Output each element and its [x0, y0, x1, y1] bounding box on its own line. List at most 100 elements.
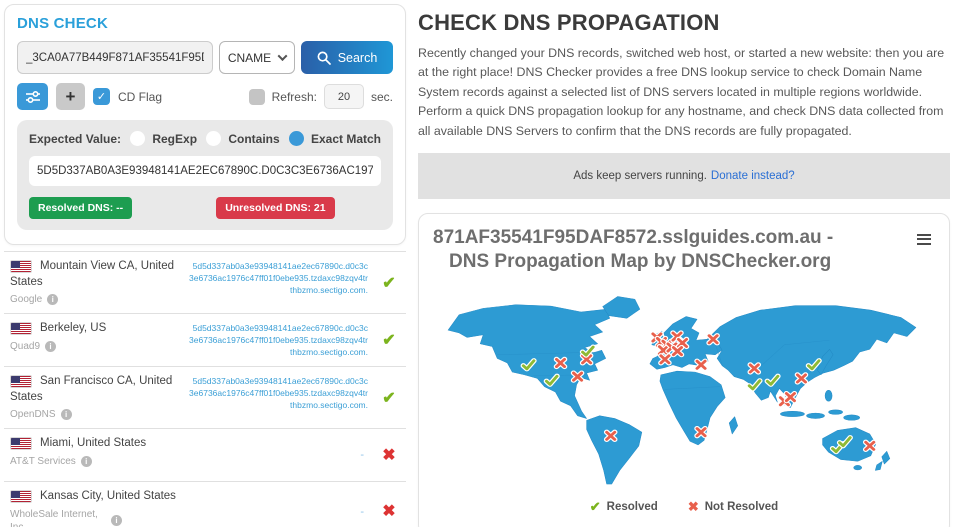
us-flag-icon	[10, 260, 32, 273]
map-marker-unresolved	[673, 347, 681, 354]
map-marker-unresolved	[866, 442, 874, 449]
ads-note: Ads keep servers running.	[573, 170, 707, 182]
continent-south-america	[587, 415, 642, 483]
legend-not-resolved: ✖ Not Resolved	[688, 499, 778, 515]
server-location: Kansas City, United States	[40, 490, 176, 502]
island-new-zealand	[882, 451, 890, 464]
sliders-icon	[25, 90, 41, 104]
island-indonesia	[806, 413, 824, 418]
radio-circle-icon	[130, 131, 145, 146]
radio-exact-match[interactable]: Exact Match	[289, 131, 381, 146]
us-flag-icon	[10, 490, 32, 503]
legend-resolved: ✔ Resolved	[590, 499, 658, 515]
server-row-opendns: San Francisco CA, United States OpenDNSi…	[4, 366, 406, 428]
options-row: + ✓ CD Flag Refresh: sec.	[17, 83, 393, 110]
server-row-quad9: Berkeley, US Quad9 i 5d5d337ab0a3e9394814…	[4, 313, 406, 366]
map-marker-unresolved	[797, 374, 805, 381]
expected-value-input[interactable]	[29, 156, 381, 186]
server-location: Miami, United States	[40, 437, 146, 449]
radio-contains[interactable]: Contains	[206, 131, 279, 146]
refresh-checkbox[interactable]	[249, 89, 265, 105]
chart-menu-icon[interactable]	[915, 229, 933, 249]
server-provider: WholeSale Internet, Inc.	[10, 508, 106, 527]
chevron-down-icon	[278, 51, 288, 61]
search-row: CNAME Search	[17, 41, 393, 74]
server-provider: AT&T Services	[10, 455, 76, 468]
world-map-wrap	[433, 281, 935, 495]
us-flag-icon	[10, 375, 32, 388]
map-marker-unresolved	[574, 373, 582, 380]
map-marker-unresolved	[709, 335, 717, 342]
info-icon[interactable]: i	[45, 341, 56, 352]
ads-banner: Ads keep servers running. Donate instead…	[418, 153, 950, 199]
unresolved-x-icon: ✖	[376, 501, 402, 521]
server-result: 5d5d337ab0a3e93948141ae2ec67890c.d0c3c3e…	[187, 374, 376, 421]
dns-check-panel: DNS CHECK CNAME Search	[0, 0, 408, 527]
expected-value-label: Expected Value:	[29, 132, 121, 146]
panel-title: DNS CHECK	[17, 15, 393, 32]
resolved-check-icon: ✔	[376, 330, 402, 350]
map-legend: ✔ Resolved ✖ Not Resolved	[433, 499, 935, 515]
island-madagascar	[729, 416, 738, 433]
map-title-line2: DNS Propagation Map by DNSChecker.org	[433, 250, 845, 273]
map-marker-unresolved	[661, 355, 669, 362]
refresh-label: Refresh:	[272, 90, 317, 104]
island-new-zealand	[875, 461, 882, 470]
server-provider: OpenDNS	[10, 408, 56, 421]
server-provider: Google	[10, 293, 42, 306]
server-result: -	[187, 446, 376, 463]
intro-paragraph: Recently changed your DNS records, switc…	[418, 44, 950, 141]
donate-link[interactable]: Donate instead?	[711, 170, 795, 182]
server-result: 5d5d337ab0a3e93948141ae2ec67890c.d0c3c3e…	[187, 321, 376, 359]
record-type-value: CNAME	[228, 51, 271, 65]
server-result: -	[187, 503, 376, 520]
search-button-label: Search	[338, 51, 378, 65]
propagation-map-card: 871AF35541F95DAF8572.sslguides.com.au - …	[418, 213, 950, 527]
continent-africa	[660, 371, 725, 445]
server-result: 5d5d337ab0a3e93948141ae2ec67890c.d0c3c3e…	[187, 259, 376, 306]
record-type-select[interactable]: CNAME	[219, 41, 295, 74]
map-marker-unresolved	[750, 364, 758, 371]
hostname-input[interactable]	[17, 41, 213, 74]
dns-server-list: Mountain View CA, United States Googlei …	[4, 251, 406, 527]
search-icon	[317, 51, 331, 65]
resolved-badge: Resolved DNS: --	[29, 197, 132, 219]
info-icon[interactable]: i	[111, 515, 122, 526]
add-server-button[interactable]: +	[56, 83, 85, 110]
resolved-check-icon: ✔	[590, 499, 601, 515]
us-flag-icon	[10, 437, 32, 450]
cd-flag-label: CD Flag	[118, 90, 162, 104]
refresh-group: Refresh: sec.	[249, 84, 393, 109]
server-location: Berkeley, US	[40, 322, 106, 334]
island-philippines	[825, 390, 832, 401]
advanced-options-button[interactable]	[17, 83, 48, 110]
server-provider: Quad9	[10, 340, 40, 353]
server-location: Mountain View CA, United States	[10, 260, 174, 288]
map-title: 871AF35541F95DAF8572.sslguides.com.au - …	[433, 226, 845, 272]
radio-selected-icon	[289, 131, 304, 146]
info-icon[interactable]: i	[47, 294, 58, 305]
map-marker-unresolved	[697, 361, 705, 368]
map-title-line1: 871AF35541F95DAF8572.sslguides.com.au -	[433, 226, 845, 249]
expected-value-box: Expected Value: RegExp Contains Exact Ma…	[17, 120, 393, 230]
island-greenland	[603, 296, 640, 318]
radio-circle-icon	[206, 131, 221, 146]
us-flag-icon	[10, 322, 32, 335]
cd-flag-checkbox[interactable]: ✓	[93, 88, 110, 105]
map-marker-unresolved	[786, 393, 794, 400]
island-indonesia	[829, 410, 843, 415]
info-icon[interactable]: i	[81, 456, 92, 467]
server-row-att: Miami, United States AT&T Services i - ✖	[4, 428, 406, 481]
island-indonesia	[844, 415, 860, 420]
unresolved-x-icon: ✖	[376, 445, 402, 465]
refresh-seconds-input[interactable]	[324, 84, 364, 109]
world-map	[433, 281, 935, 495]
plus-icon: +	[66, 87, 76, 107]
info-icon[interactable]: i	[61, 409, 72, 420]
island-indonesia	[780, 411, 804, 416]
island-tasmania	[854, 465, 862, 470]
radio-regexp[interactable]: RegExp	[130, 131, 197, 146]
search-button[interactable]: Search	[301, 41, 393, 74]
map-marker-unresolved	[556, 359, 564, 366]
result-badges: Resolved DNS: -- Unresolved DNS: 21	[29, 197, 381, 219]
